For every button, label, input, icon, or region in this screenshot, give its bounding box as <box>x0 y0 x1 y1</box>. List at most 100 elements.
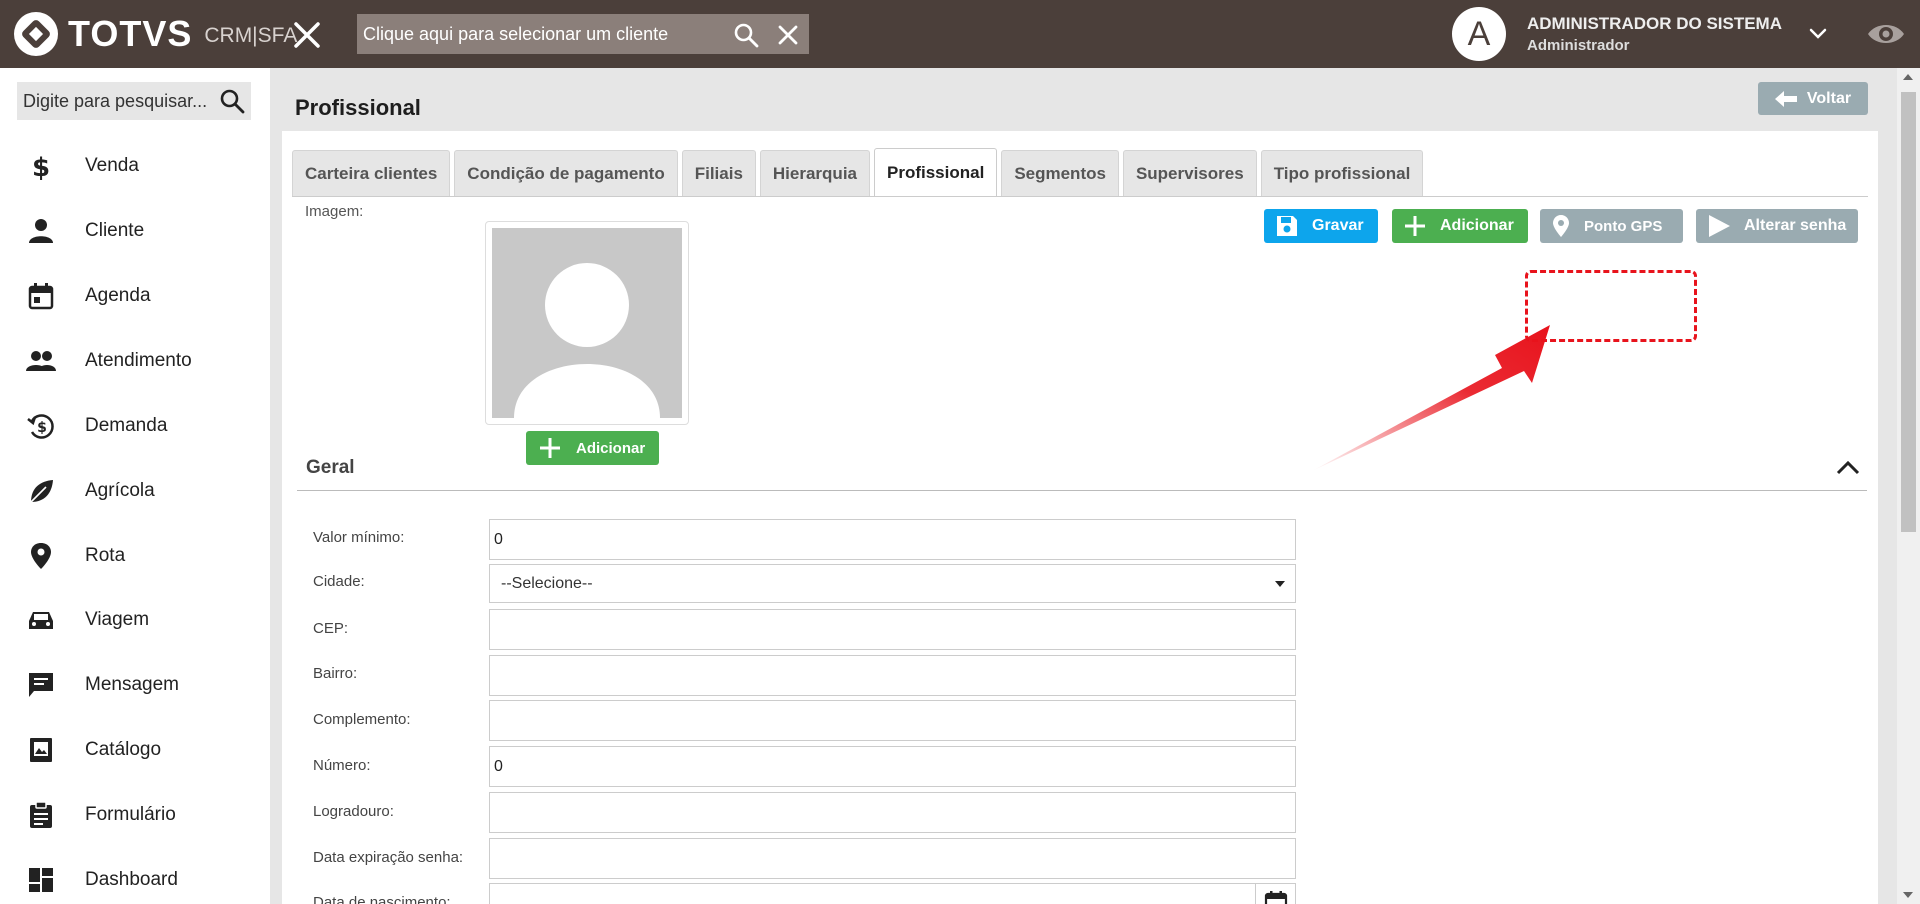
sidebar-item-dashboard[interactable]: Dashboard <box>0 850 270 904</box>
date-picker-button[interactable] <box>1255 884 1295 904</box>
search-icon[interactable] <box>219 88 245 114</box>
dashboard-icon <box>29 868 53 892</box>
svg-text:$: $ <box>32 153 50 181</box>
field-label: Número: <box>313 757 371 774</box>
tab-profissional[interactable]: Profissional <box>874 148 998 197</box>
image-label: Imagem: <box>305 203 364 220</box>
sidebar-item-label: Demanda <box>85 415 168 436</box>
field-label: Data expiração senha: <box>313 849 464 866</box>
dollar-icon: $ <box>32 153 50 181</box>
chevron-down-icon[interactable] <box>1806 22 1830 46</box>
save-button[interactable]: Gravar <box>1264 209 1378 243</box>
field-label: Logradouro: <box>313 803 394 820</box>
sidebar-item-agricola[interactable]: Agrícola <box>0 461 270 521</box>
totvs-logo[interactable]: TOTVS CRM|SFA <box>14 11 297 57</box>
password-expiration-input[interactable] <box>489 838 1296 879</box>
sidebar-item-agenda[interactable]: Agenda <box>0 266 270 326</box>
field-label: Bairro: <box>313 665 358 682</box>
arrow-left-icon <box>1774 90 1797 107</box>
field-label: Data de nascimento: <box>313 894 451 904</box>
svg-text:$: $ <box>37 420 47 436</box>
field-label: Complemento: <box>313 711 411 728</box>
city-select[interactable]: --Selecione-- <box>489 564 1296 603</box>
close-menu-icon[interactable] <box>292 20 322 50</box>
avatar-placeholder-icon <box>492 228 682 418</box>
tab-filiais[interactable]: Filiais <box>681 150 756 197</box>
tab-condicao-pagamento[interactable]: Condição de pagamento <box>454 150 678 197</box>
tab-carteira-clientes[interactable]: Carteira clientes <box>292 150 451 197</box>
plus-icon <box>540 438 560 458</box>
sidebar-item-label: Agrícola <box>85 480 155 501</box>
tab-hierarquia[interactable]: Hierarquia <box>759 150 870 197</box>
sidebar-item-viagem[interactable]: Viagem <box>0 590 270 650</box>
save-button-label: Gravar <box>1312 217 1364 234</box>
sidebar-item-formulario[interactable]: Formulário <box>0 785 270 845</box>
street-input[interactable] <box>489 792 1296 833</box>
leaf-icon <box>30 480 53 503</box>
sidebar-item-demanda[interactable]: $ Demanda <box>0 396 270 456</box>
client-search-box[interactable] <box>357 14 809 54</box>
tab-segmentos[interactable]: Segmentos <box>1001 150 1119 197</box>
sidebar-item-label: Mensagem <box>85 674 179 695</box>
section-title-geral: Geral <box>306 457 355 478</box>
sidebar-search-input[interactable] <box>17 82 217 120</box>
form-panel: Carteira clientes Condição de pagamento … <box>282 131 1878 904</box>
plus-icon <box>1405 216 1425 236</box>
add-button[interactable]: Adicionar <box>1392 209 1528 243</box>
save-icon <box>1277 216 1297 236</box>
sidebar-item-catalogo[interactable]: Catálogo <box>0 720 270 780</box>
chevron-up-icon[interactable] <box>1835 456 1861 478</box>
neighborhood-input[interactable] <box>489 655 1296 696</box>
tab-bar: Carteira clientes Condição de pagamento … <box>292 148 1424 197</box>
add-button-label: Adicionar <box>1440 217 1514 234</box>
sidebar-item-mensagem[interactable]: Mensagem <box>0 655 270 715</box>
cep-input[interactable] <box>489 609 1296 650</box>
sidebar-item-rota[interactable]: Rota <box>0 526 270 586</box>
birth-date-input[interactable] <box>489 883 1296 904</box>
sidebar-item-venda[interactable]: $ Venda <box>0 136 270 196</box>
tab-supervisores[interactable]: Supervisores <box>1122 150 1257 197</box>
sidebar-item-label: Agenda <box>85 285 151 306</box>
clipboard-icon <box>30 801 52 828</box>
user-avatar[interactable]: A <box>1452 7 1506 61</box>
scroll-down-arrow-icon[interactable] <box>1903 892 1913 898</box>
profile-photo <box>485 221 689 425</box>
sidebar-item-label: Rota <box>85 545 126 566</box>
min-value-input[interactable] <box>489 519 1296 560</box>
field-label: CEP: <box>313 620 349 637</box>
sidebar: $ Venda Cliente Agenda Atendimento <box>0 68 270 904</box>
user-role: Administrador <box>1527 37 1630 54</box>
gps-point-button[interactable]: Ponto GPS <box>1540 209 1683 243</box>
sidebar-item-label: Catálogo <box>85 739 162 760</box>
search-icon[interactable] <box>733 22 759 48</box>
top-bar: TOTVS CRM|SFA A ADMINISTRADOR DO SISTEMA… <box>0 0 1920 68</box>
change-password-button[interactable]: Alterar senha <box>1696 209 1858 243</box>
sidebar-search[interactable] <box>17 82 251 120</box>
complement-input[interactable] <box>489 700 1296 741</box>
scrollbar-thumb[interactable] <box>1901 92 1916 532</box>
sidebar-item-atendimento[interactable]: Atendimento <box>0 331 270 391</box>
tab-tipo-profissional[interactable]: Tipo profissional <box>1260 150 1424 197</box>
location-pin-icon <box>31 543 51 569</box>
logo-subtitle: CRM|SFA <box>204 24 298 47</box>
money-history-icon: $ <box>27 414 54 439</box>
sidebar-item-label: Formulário <box>85 804 176 825</box>
people-icon <box>26 351 56 371</box>
gps-point-label: Ponto GPS <box>1584 217 1663 235</box>
sidebar-item-cliente[interactable]: Cliente <box>0 201 270 261</box>
client-search-input[interactable] <box>357 23 717 45</box>
clear-client-icon[interactable] <box>775 22 801 48</box>
eye-icon[interactable] <box>1866 18 1906 50</box>
caret-down-icon <box>1275 581 1285 587</box>
sidebar-item-label: Atendimento <box>85 350 192 371</box>
field-label: Cidade: <box>313 573 365 590</box>
back-button[interactable]: Voltar <box>1758 82 1868 115</box>
user-name[interactable]: ADMINISTRADOR DO SISTEMA <box>1527 14 1782 34</box>
sidebar-item-label: Dashboard <box>85 869 178 890</box>
page-scrollbar[interactable] <box>1897 68 1920 904</box>
scroll-up-arrow-icon[interactable] <box>1903 74 1913 80</box>
number-input[interactable] <box>489 746 1296 787</box>
person-icon <box>29 219 53 243</box>
message-icon <box>29 673 53 697</box>
add-image-button[interactable]: Adicionar <box>526 431 659 465</box>
